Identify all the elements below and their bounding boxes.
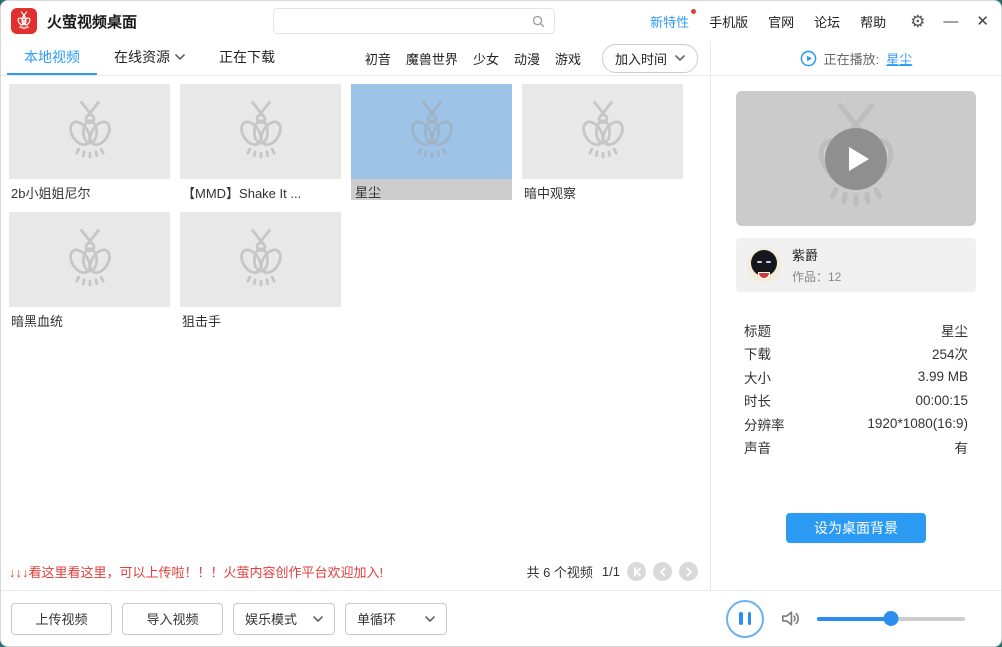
video-thumbnail[interactable] xyxy=(9,212,170,307)
now-playing-bar: 正在播放: 星尘 xyxy=(711,41,1001,75)
menu-forum[interactable]: 论坛 xyxy=(814,12,840,31)
import-video-button[interactable]: 导入视频 xyxy=(122,602,223,635)
app-title: 火萤视频桌面 xyxy=(47,13,138,31)
video-card-selected[interactable]: 星尘 xyxy=(351,84,512,201)
upload-promo-link[interactable]: ↓↓↓看这里看这里，可以上传啦！！！火萤内容创作平台欢迎加入! xyxy=(9,562,383,581)
video-title: 【MMD】Shake It ... xyxy=(182,186,302,201)
notification-dot xyxy=(691,8,697,14)
play-icon xyxy=(849,146,869,171)
app-window: 火萤视频桌面 新特性 手机版 官网 论坛 帮助 ⚙ — ✕ 本地视频 在线资源 xyxy=(0,0,1002,647)
artist-avatar xyxy=(747,248,781,282)
firefly-placeholder-icon xyxy=(228,227,294,293)
search-input[interactable] xyxy=(274,9,531,33)
play-circle-icon xyxy=(800,50,817,66)
video-title: 暗中观察 xyxy=(524,186,577,201)
category-girls[interactable]: 少女 xyxy=(473,49,499,68)
video-title: 星尘 xyxy=(351,179,512,200)
mode-select[interactable]: 娱乐模式 xyxy=(233,602,335,635)
bottom-toolbar: 上传视频 导入视频 娱乐模式 单循环 xyxy=(1,590,1001,646)
video-grid-area: 2b小姐姐尼尔 【MMD】Shake It ... 星尘 暗中观察 暗黑血统 狙… xyxy=(1,76,710,590)
menu-help[interactable]: 帮助 xyxy=(860,12,886,31)
video-thumbnail[interactable] xyxy=(180,212,341,307)
artist-name: 紫爵 xyxy=(792,248,819,263)
artist-card[interactable]: 紫爵 作品：12 xyxy=(736,238,976,292)
tab-downloading[interactable]: 正在下载 xyxy=(202,41,292,75)
category-games[interactable]: 游戏 xyxy=(555,49,581,68)
video-preview[interactable] xyxy=(736,91,976,226)
detail-panel: 紫爵 作品：12 标题 星尘 下载 254次 大小 3.99 MB 时长 00:00:1… xyxy=(710,76,1001,590)
firefly-placeholder-icon xyxy=(399,99,465,165)
video-title: 暗黑血统 xyxy=(11,314,64,329)
video-thumbnail[interactable] xyxy=(180,84,341,179)
firefly-placeholder-icon xyxy=(57,227,123,293)
chevron-down-icon xyxy=(313,615,323,622)
video-card[interactable]: 狙击手 xyxy=(180,212,341,329)
menu-new-features[interactable]: 新特性 xyxy=(650,8,697,31)
info-label: 下载 xyxy=(744,347,771,363)
chevron-down-icon xyxy=(675,55,685,61)
info-value: 00:00:15 xyxy=(915,392,968,408)
app-logo-icon xyxy=(11,8,37,34)
volume-fill xyxy=(817,616,891,621)
menu-official-site[interactable]: 官网 xyxy=(768,12,794,31)
video-card[interactable]: 【MMD】Shake It ... xyxy=(180,84,341,201)
info-value: 1920*1080(16:9) xyxy=(867,416,968,432)
volume-thumb[interactable] xyxy=(883,611,899,626)
video-count: 共 6 个视频 xyxy=(526,565,593,580)
search-icon[interactable] xyxy=(531,14,546,29)
tab-local-videos[interactable]: 本地视频 xyxy=(7,41,97,75)
settings-gear-icon[interactable]: ⚙ xyxy=(910,13,925,30)
tab-online-resources[interactable]: 在线资源 xyxy=(97,41,202,75)
info-label: 时长 xyxy=(744,394,771,410)
loop-select[interactable]: 单循环 xyxy=(345,602,447,635)
chevron-down-icon xyxy=(175,54,185,60)
chevron-down-icon xyxy=(425,615,435,622)
info-label: 大小 xyxy=(744,370,771,386)
video-thumbnail[interactable] xyxy=(9,84,170,179)
prev-page-button[interactable] xyxy=(653,562,672,581)
firefly-placeholder-icon xyxy=(57,99,123,165)
video-card[interactable]: 2b小姐姐尼尔 xyxy=(9,84,170,201)
search-box[interactable] xyxy=(273,8,555,34)
now-playing-label: 正在播放: xyxy=(823,51,880,67)
info-value: 星尘 xyxy=(941,323,968,339)
category-warcraft[interactable]: 魔兽世界 xyxy=(406,49,458,68)
video-card[interactable]: 暗黑血统 xyxy=(9,212,170,329)
category-miku[interactable]: 初音 xyxy=(365,49,391,68)
titlebar: 火萤视频桌面 新特性 手机版 官网 论坛 帮助 ⚙ — ✕ xyxy=(1,1,1001,41)
artist-works-count: 作品：12 xyxy=(792,270,842,284)
minimize-button[interactable]: — xyxy=(943,13,958,30)
next-page-button[interactable] xyxy=(679,562,698,581)
info-value: 有 xyxy=(954,441,969,457)
video-thumbnail[interactable] xyxy=(351,84,512,179)
info-label: 声音 xyxy=(744,441,771,457)
first-page-button[interactable] xyxy=(627,562,646,581)
volume-icon[interactable] xyxy=(779,607,802,630)
video-title: 2b小姐姐尼尔 xyxy=(11,186,91,201)
info-label: 分辨率 xyxy=(744,417,785,433)
video-info-table: 标题 星尘 下载 254次 大小 3.99 MB 时长 00:00:15 分辨率 1920… xyxy=(744,318,968,459)
sort-dropdown[interactable]: 加入时间 xyxy=(601,43,698,73)
volume-slider[interactable] xyxy=(817,611,965,626)
info-label: 标题 xyxy=(744,323,771,339)
play-button[interactable] xyxy=(825,127,887,190)
video-title: 狙击手 xyxy=(182,314,222,329)
video-thumbnail[interactable] xyxy=(522,84,683,179)
firefly-placeholder-icon xyxy=(570,99,636,165)
page-indicator: 1/1 xyxy=(601,564,620,579)
firefly-placeholder-icon xyxy=(228,99,294,165)
info-value: 3.99 MB xyxy=(917,369,968,385)
menu-mobile-version[interactable]: 手机版 xyxy=(709,12,748,31)
pause-button[interactable] xyxy=(726,599,764,638)
info-value: 254次 xyxy=(931,347,968,363)
nav-row: 本地视频 在线资源 正在下载 初音 魔兽世界 少女 动漫 游戏 加入时间 正在播… xyxy=(1,41,1001,76)
video-card[interactable]: 暗中观察 xyxy=(522,84,683,201)
set-wallpaper-button[interactable]: 设为桌面背景 xyxy=(786,513,926,543)
close-button[interactable]: ✕ xyxy=(976,12,989,30)
now-playing-title-link[interactable]: 星尘 xyxy=(886,49,912,68)
category-anime[interactable]: 动漫 xyxy=(514,49,540,68)
upload-video-button[interactable]: 上传视频 xyxy=(11,602,112,635)
